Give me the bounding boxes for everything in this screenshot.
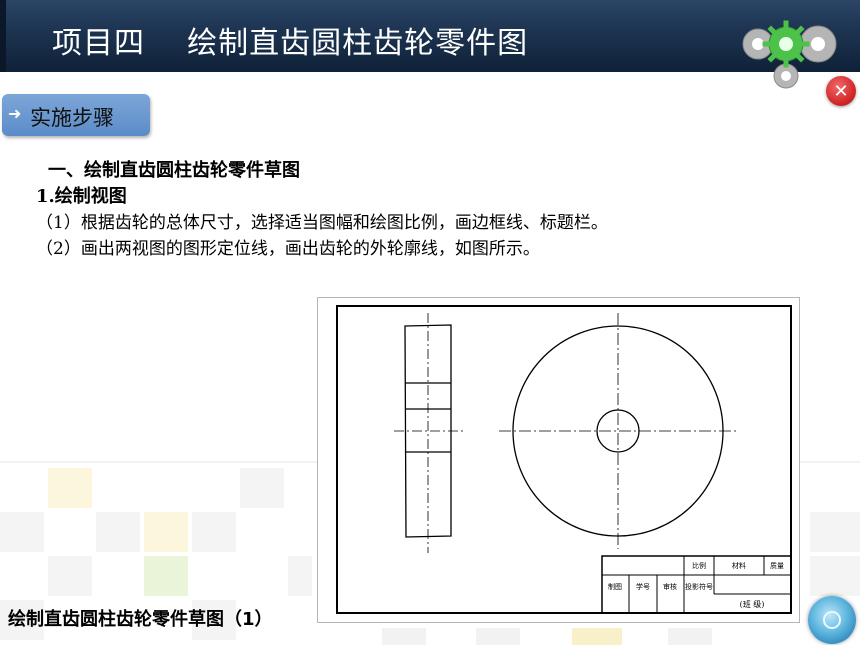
- figure-caption: 绘制直齿圆柱齿轮零件草图（1）: [8, 609, 273, 630]
- gear-sketch-drawing: 比例 材料 质量 制图 学号 审核 投影符号 (班 级): [317, 297, 800, 623]
- arrow-right-icon: ➜: [8, 104, 22, 123]
- step-tab-label: 实施步骤: [30, 106, 114, 130]
- page-title: 项目四 绘制直齿圆柱齿轮零件图: [52, 26, 529, 61]
- section-heading: 一、绘制直齿圆柱齿轮零件草图: [48, 160, 300, 181]
- title-block-material: 材料: [732, 561, 746, 570]
- close-icon: ✕: [833, 80, 849, 102]
- navigation-button[interactable]: [808, 596, 856, 644]
- step-tab[interactable]: ➜ 实施步骤: [2, 94, 150, 136]
- title-block-review: 审核: [663, 582, 677, 591]
- title-block-mass: 质量: [770, 561, 784, 570]
- close-button[interactable]: ✕: [826, 76, 856, 106]
- title-block-class: (班 级): [740, 599, 765, 609]
- subsection-heading: 1.绘制视图: [36, 186, 127, 207]
- title-block-drawn: 制图: [608, 582, 622, 591]
- header-bar: 项目四 绘制直齿圆柱齿轮零件图: [0, 0, 860, 72]
- title-block-student-no: 学号: [636, 582, 650, 591]
- step-text-2: （2）画出两视图的图形定位线，画出齿轮的外轮廓线，如图所示。: [36, 239, 540, 259]
- step-text-1: （1）根据齿轮的总体尺寸，选择适当图幅和绘图比例，画边框线、标题栏。: [36, 213, 608, 233]
- title-block-projection: 投影符号: [685, 582, 713, 591]
- title-block-scale: 比例: [692, 561, 706, 570]
- home-icon: [823, 611, 841, 629]
